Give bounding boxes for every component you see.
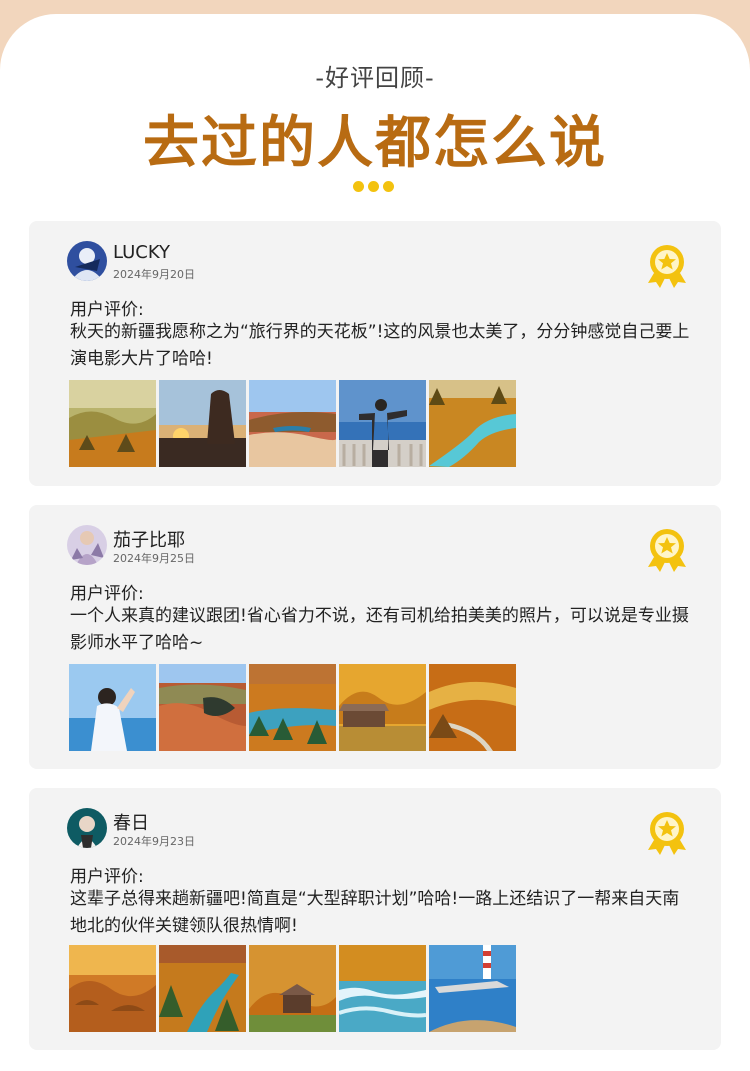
- review-date: 2024年9月23日: [113, 835, 195, 848]
- desert-rock-sunset-photo[interactable]: [159, 380, 246, 467]
- award-badge-icon: [648, 245, 686, 288]
- dot-1: [353, 181, 364, 192]
- review-card-3: 春日 2024年9月23日 用户评价: 这辈子总得来趟新疆吧!简直是“大型辞职计…: [29, 788, 721, 1050]
- person-lake-platform-photo[interactable]: [339, 380, 426, 467]
- review-date: 2024年9月25日: [113, 552, 195, 565]
- avatar[interactable]: [67, 808, 107, 848]
- wooden-cabin-forest-photo[interactable]: [339, 664, 426, 751]
- page-title: 去过的人都怎么说: [143, 111, 607, 176]
- review-comment: 秋天的新疆我愿称之为“旅行界的天花板”!这的风景也太美了，分分钟感觉自己要上演电…: [70, 322, 690, 369]
- woman-lakeside-photo[interactable]: [69, 664, 156, 751]
- golden-desert-rocks-photo[interactable]: [69, 945, 156, 1032]
- autumn-river-bend-photo[interactable]: [249, 664, 336, 751]
- autumn-stream-photo[interactable]: [159, 945, 246, 1032]
- reviewer-name: 春日: [113, 813, 149, 834]
- lighthouse-lake-photo[interactable]: [429, 945, 516, 1032]
- red-canyon-lake-photo[interactable]: [159, 664, 246, 751]
- section-kicker: -好评回顾-: [315, 64, 435, 92]
- review-card-2: 茄子比耶 2024年9月25日 用户评价: 一个人来真的建议跟团!省心省力不说，…: [29, 505, 721, 769]
- review-comment: 一个人来真的建议跟团!省心省力不说，还有司机给拍美美的照片，可以说是专业摄影师水…: [70, 606, 689, 653]
- river-rapids-photo[interactable]: [339, 945, 426, 1032]
- review-card-1: LUCKY 2024年9月20日 用户评价: 秋天的新疆我愿称之为“旅行界的天花…: [29, 221, 721, 486]
- cabin-autumn-trees-photo[interactable]: [249, 945, 336, 1032]
- colorful-lake-hills-photo[interactable]: [249, 380, 336, 467]
- review-date: 2024年9月20日: [113, 268, 195, 281]
- review-comment: 这辈子总得来趟新疆吧!简直是“大型辞职计划”哈哈!一路上还结识了一帮来自天南地北…: [70, 889, 680, 936]
- reviewer-name: 茄子比耶: [113, 530, 185, 551]
- dot-2: [368, 181, 379, 192]
- title-dots: [353, 181, 394, 192]
- dot-3: [383, 181, 394, 192]
- photo-strip: [69, 380, 516, 467]
- avatar[interactable]: [67, 241, 107, 281]
- reviewer-name: LUCKY: [113, 242, 171, 263]
- award-badge-icon: [648, 529, 686, 572]
- avatar[interactable]: [67, 525, 107, 565]
- review-label: 用户评价:: [70, 867, 144, 887]
- review-label: 用户评价:: [70, 300, 144, 320]
- review-label: 用户评价:: [70, 584, 144, 604]
- page-background: -好评回顾- 去过的人都怎么说 LUCKY 2024年9月20日 用户评价: 秋…: [0, 0, 750, 1071]
- autumn-forest-valley-photo[interactable]: [69, 380, 156, 467]
- award-badge-icon: [648, 812, 686, 855]
- golden-hills-road-photo[interactable]: [429, 664, 516, 751]
- photo-strip: [69, 664, 516, 751]
- photo-strip: [69, 945, 516, 1032]
- turquoise-river-forest-photo[interactable]: [429, 380, 516, 467]
